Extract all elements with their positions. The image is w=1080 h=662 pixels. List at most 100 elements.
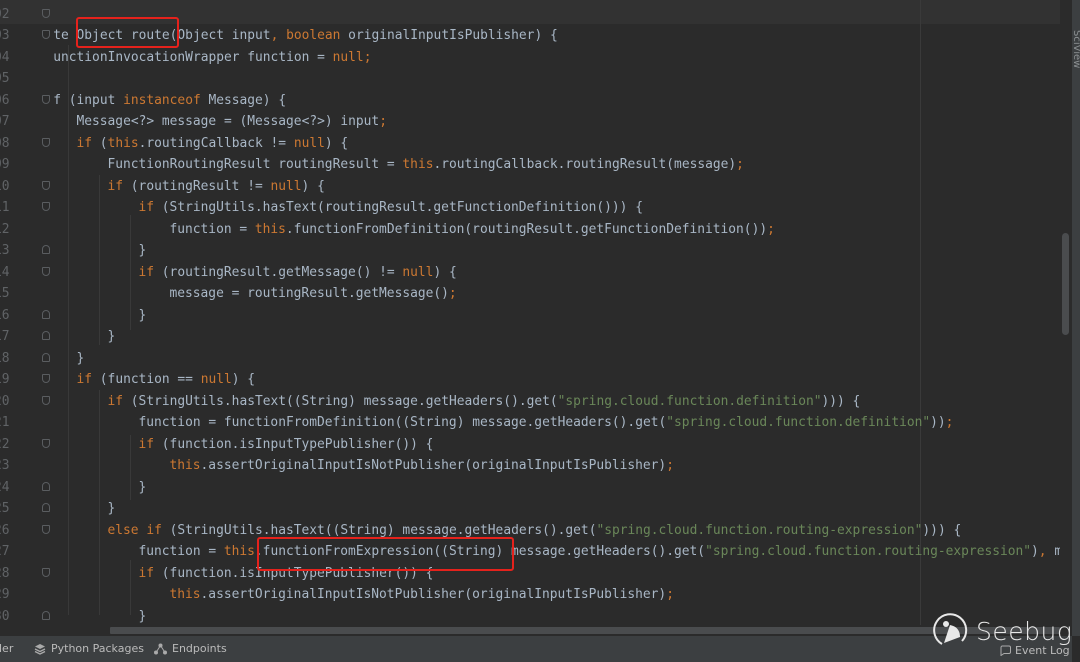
code-line[interactable]: 30} bbox=[0, 606, 1060, 626]
python-packages-label: Python Packages bbox=[51, 642, 144, 655]
code-line[interactable]: 20 if (StringUtils.hasText((String) messa… bbox=[0, 391, 1060, 412]
line-number: 21 bbox=[0, 415, 10, 430]
fold-end-icon[interactable] bbox=[42, 610, 50, 620]
tool-window-label: ler bbox=[0, 642, 14, 655]
fold-start-icon[interactable] bbox=[42, 374, 50, 383]
fold-end-icon[interactable] bbox=[42, 481, 50, 491]
code-text: if (StringUtils.hasText(routingResult.ge… bbox=[138, 200, 643, 215]
fold-start-icon[interactable] bbox=[42, 266, 50, 276]
fold-end-icon[interactable] bbox=[42, 309, 50, 319]
fold-start-icon[interactable] bbox=[42, 30, 50, 39]
line-number: 16 bbox=[0, 307, 10, 323]
code-text: } bbox=[107, 329, 116, 344]
indent-guide bbox=[130, 560, 131, 615]
vertical-scrollbar-thumb[interactable] bbox=[1062, 233, 1069, 335]
fold-start-icon[interactable] bbox=[42, 567, 50, 577]
code-line[interactable]: 08 if (this.routingCallback != null) { bbox=[0, 133, 1060, 154]
code-line[interactable]: 25} bbox=[0, 498, 1060, 519]
code-text: else if (StringUtils.hasText((String) me… bbox=[107, 522, 962, 538]
code-text: unctionInvocationWrapper function = null… bbox=[53, 49, 372, 65]
fold-end-icon[interactable] bbox=[42, 331, 50, 340]
code-text: } bbox=[138, 307, 147, 323]
line-number: 05 bbox=[0, 71, 10, 86]
code-text: message = routingResult.getMessage(); bbox=[169, 286, 457, 301]
code-line[interactable]: 12 function = this.functionFromDefinition… bbox=[0, 219, 1060, 240]
fold-start-icon[interactable] bbox=[42, 524, 50, 534]
line-number: 28 bbox=[0, 565, 10, 581]
line-number: 27 bbox=[0, 544, 10, 559]
tool-window-cropped[interactable]: ler bbox=[0, 642, 13, 655]
code-text: function = functionFromDefinition((Strin… bbox=[138, 415, 954, 430]
line-number: 25 bbox=[0, 501, 10, 516]
code-line[interactable]: 19 if (function == null) { bbox=[0, 369, 1060, 390]
line-number: 09 bbox=[0, 157, 10, 172]
line-number: 24 bbox=[0, 479, 10, 495]
highlight-box-function-from-expression bbox=[257, 537, 514, 571]
fold-start-icon[interactable] bbox=[42, 180, 50, 190]
code-line[interactable]: 22 if (function.isInputTypePublisher()) { bbox=[0, 434, 1060, 455]
line-number: 08 bbox=[0, 135, 10, 151]
code-line[interactable]: 23 this.assertOriginalInputIsNotPublisher… bbox=[0, 455, 1060, 476]
line-number: 17 bbox=[0, 329, 10, 344]
code-line[interactable]: 05 bbox=[0, 68, 1060, 89]
code-line[interactable]: 10 if (routingResult != null) { bbox=[0, 176, 1060, 197]
fold-end-icon[interactable] bbox=[42, 503, 50, 512]
endpoints-button[interactable]: Endpoints bbox=[154, 642, 227, 655]
code-text: if (this.routingCallback != null) { bbox=[76, 135, 349, 151]
indent-guide bbox=[99, 175, 100, 345]
fold-start-icon[interactable] bbox=[42, 137, 50, 147]
code-text: f (input instanceof Message) { bbox=[53, 92, 287, 108]
code-line[interactable]: 06 f (input instanceof Message) { bbox=[0, 90, 1060, 111]
code-line[interactable]: 11 if (StringUtils.hasText(routingResult.… bbox=[0, 197, 1060, 218]
line-number: 03 bbox=[0, 28, 10, 43]
line-number: 02 bbox=[0, 6, 10, 22]
indent-guide bbox=[130, 435, 131, 500]
code-line[interactable]: 13} bbox=[0, 240, 1060, 261]
vertical-scrollbar[interactable] bbox=[1060, 0, 1072, 625]
code-line[interactable]: 26 else if (StringUtils.hasText((String) … bbox=[0, 520, 1060, 541]
endpoints-icon bbox=[154, 643, 167, 654]
code-line[interactable]: 14 if (routingResult.getMessage() != null… bbox=[0, 262, 1060, 283]
code-line[interactable]: 04 unctionInvocationWrapper function = nu… bbox=[0, 47, 1060, 68]
fold-start-icon[interactable] bbox=[42, 94, 50, 104]
fold-start-icon[interactable] bbox=[42, 438, 50, 448]
horizontal-scrollbar[interactable] bbox=[0, 625, 1072, 636]
code-editor[interactable]: 0203te Object route(Object input, boolea… bbox=[0, 0, 1060, 625]
line-number: 20 bbox=[0, 393, 10, 409]
code-line[interactable]: 15 message = routingResult.getMessage(); bbox=[0, 283, 1060, 304]
code-text: } bbox=[76, 350, 85, 366]
line-number: 06 bbox=[0, 92, 10, 108]
code-text: FunctionRoutingResult routingResult = th… bbox=[107, 157, 744, 172]
python-packages-button[interactable]: Python Packages bbox=[34, 642, 144, 655]
line-number: 15 bbox=[0, 286, 10, 301]
code-line[interactable]: 27function = this.functionFromExpression… bbox=[0, 541, 1060, 562]
line-number: 19 bbox=[0, 372, 10, 387]
seebug-logo-icon bbox=[933, 613, 968, 645]
line-number: 18 bbox=[0, 350, 10, 366]
code-line[interactable]: 17} bbox=[0, 326, 1060, 347]
code-text: if (StringUtils.hasText((String) message… bbox=[107, 393, 861, 409]
code-line[interactable]: 09 FunctionRoutingResult routingResult = … bbox=[0, 154, 1060, 175]
code-line[interactable]: 21 function = functionFromDefinition((Str… bbox=[0, 412, 1060, 433]
code-line[interactable]: 16} bbox=[0, 305, 1060, 326]
code-line[interactable]: 07 Message<?> message = (Message<?>) inpu… bbox=[0, 111, 1060, 132]
indent-guide bbox=[68, 45, 69, 615]
fold-start-icon[interactable] bbox=[42, 202, 50, 211]
code-line[interactable]: 24} bbox=[0, 477, 1060, 498]
fold-end-icon[interactable] bbox=[42, 245, 50, 254]
highlight-box-route-signature bbox=[76, 17, 179, 48]
horizontal-scrollbar-thumb[interactable] bbox=[110, 627, 1060, 634]
code-line[interactable]: 28if (function.isInputTypePublisher()) { bbox=[0, 563, 1060, 584]
code-text: this.assertOriginalInputIsNotPublisher(o… bbox=[169, 587, 674, 602]
code-line[interactable]: 29 this.assertOriginalInputIsNotPublisher… bbox=[0, 584, 1060, 605]
line-number: 26 bbox=[0, 522, 10, 538]
code-line[interactable]: 18} bbox=[0, 348, 1060, 369]
line-number: 13 bbox=[0, 243, 10, 258]
fold-end-icon[interactable] bbox=[42, 352, 50, 362]
sciview-tab[interactable]: SciView bbox=[1072, 30, 1080, 68]
code-text: } bbox=[138, 479, 147, 495]
fold-start-icon[interactable] bbox=[42, 8, 50, 18]
fold-start-icon[interactable] bbox=[42, 395, 50, 405]
code-text: this.assertOriginalInputIsNotPublisher(o… bbox=[169, 458, 674, 473]
line-number: 14 bbox=[0, 264, 10, 280]
